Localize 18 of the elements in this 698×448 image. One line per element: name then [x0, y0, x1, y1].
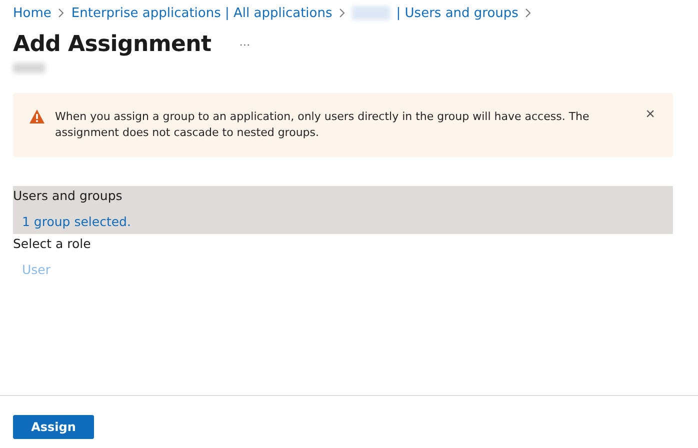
warning-icon	[29, 109, 45, 124]
breadcrumb-link[interactable]: Home	[13, 6, 52, 20]
breadcrumb-link[interactable]: | Users and groups	[396, 6, 518, 20]
section-label: Users and groups	[13, 188, 124, 204]
chevron-icon	[57, 8, 66, 18]
chevron-icon	[338, 8, 346, 18]
assign-button[interactable]: Assign	[13, 415, 94, 439]
blurred-label	[352, 6, 390, 20]
breadcrumb-link[interactable]: Enterprise applications | All applications	[71, 6, 332, 20]
chevron-icon	[524, 8, 532, 18]
page-title: Add Assignment	[13, 32, 212, 57]
section-link[interactable]: 1 group selected.	[22, 214, 131, 229]
blurred-label	[13, 63, 45, 73]
more-button[interactable]: ···	[239, 38, 250, 50]
form-section[interactable]: Users and groups 1 group selected.	[13, 186, 673, 234]
section-label: Select a role	[13, 236, 92, 252]
close-button[interactable]: ×	[646, 109, 655, 121]
warning-message: When you assign a group to an application, only users directly in the group will have access. The assignment does not cascade to nested groups.	[55, 109, 590, 141]
